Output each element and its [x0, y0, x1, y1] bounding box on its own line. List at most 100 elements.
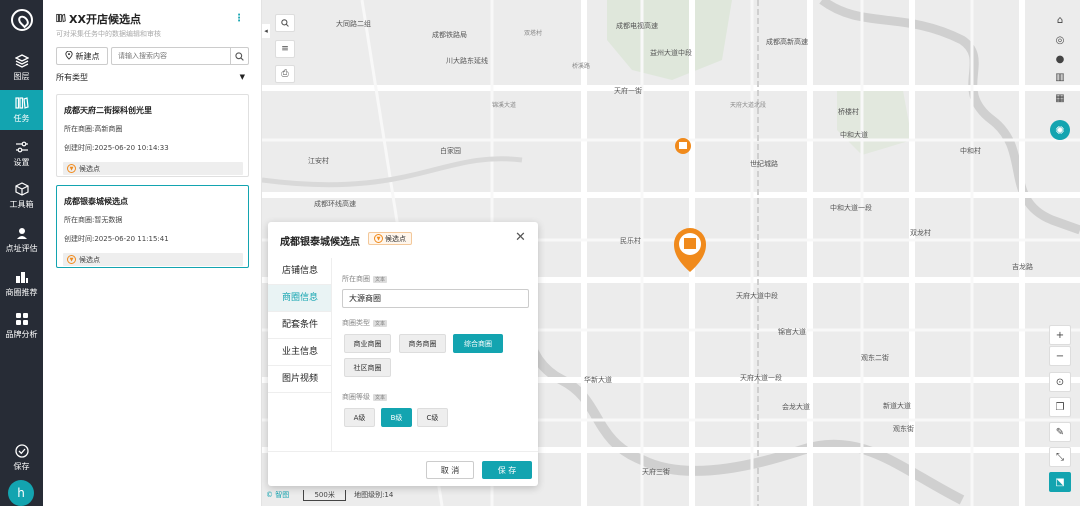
search-icon [281, 19, 289, 27]
map-footer: © 智图 500米 地图级别:14 [266, 490, 393, 501]
area-field-label: 所在商圈 文本 [342, 274, 388, 284]
map-level: 地图级别:14 [354, 491, 394, 499]
type-select-value: 所有类型 [56, 73, 88, 82]
panel-title: XX开店候选点 [56, 11, 141, 27]
map-label: 锦官大道 [778, 328, 806, 336]
tab-facilities[interactable]: 配套条件 [268, 312, 331, 339]
map-label: 桥溪路 [572, 63, 591, 70]
layers-icon [14, 54, 29, 68]
map-label: 桥楼村 [838, 108, 859, 116]
map-label: 天府大道一段 [740, 374, 782, 382]
map-label: 天府一街 [614, 87, 642, 95]
location-user-icon [15, 226, 29, 240]
books-icon [14, 96, 29, 110]
nav-label-tasks: 任务 [13, 114, 30, 123]
map-search-button[interactable] [275, 14, 295, 32]
type-select[interactable]: 所有类型 ▼ [56, 72, 249, 88]
search-input[interactable] [118, 50, 228, 62]
close-icon[interactable]: ✕ [515, 230, 526, 245]
tab-owner-info[interactable]: 业主信息 [268, 339, 331, 366]
nav-item-toolbox[interactable]: 工具箱 [0, 176, 43, 216]
avatar[interactable]: h [8, 480, 34, 506]
type-option-business[interactable]: 商务商圈 [399, 334, 446, 353]
more-vertical-icon[interactable]: ⋮ [234, 13, 244, 24]
map-scale: 500米 [303, 490, 346, 501]
nav-item-district[interactable]: 商圈推荐 [0, 264, 43, 304]
nav-label-site-eval: 点址评估 [5, 244, 38, 253]
map-label: 会龙大道 [782, 403, 810, 411]
building-icon [15, 270, 29, 284]
map-label: 观东二街 [861, 354, 889, 362]
level-option-c[interactable]: C级 [417, 408, 448, 427]
nav-item-site-eval[interactable]: 点址评估 [0, 220, 43, 260]
copy-icon[interactable]: ❐ [1049, 397, 1071, 417]
fan-icon[interactable]: ✺ [1050, 120, 1070, 140]
candidate-badge-icon: ▼ [67, 255, 76, 264]
map-label: 成都高新高速 [766, 38, 808, 46]
clear-icon[interactable]: ⌂ [1049, 10, 1071, 30]
map-label: 吉龙路 [1012, 263, 1033, 271]
map-label: 成都环线高速 [314, 200, 356, 208]
candidate-card[interactable]: 成都银泰城候选点 所在商圈:暂无数据 创建时间:2025-06-20 11:15… [56, 185, 249, 268]
tab-media[interactable]: 图片视频 [268, 366, 331, 393]
measure-icon[interactable]: ⤡ [1049, 447, 1071, 467]
candidate-card[interactable]: 成都天府二街探科创光里 所在商圈:高新商圈 创建时间:2025-06-20 10… [56, 94, 249, 177]
draw-area-icon[interactable]: ⬔ [1049, 472, 1071, 492]
logo-icon [11, 9, 33, 31]
list-icon[interactable]: ≡ [275, 40, 295, 58]
collapse-panel-icon[interactable]: ◂ [262, 24, 270, 38]
cancel-button[interactable]: 取 消 [426, 461, 474, 479]
check-circle-icon [14, 444, 29, 458]
tab-district-info[interactable]: 商圈信息 [268, 285, 331, 312]
pen-icon[interactable]: ✎ [1049, 422, 1071, 442]
level-tag: 文本 [373, 393, 388, 401]
modal-footer: 取 消 保 存 [268, 451, 538, 486]
nav-item-save[interactable]: 保存 [0, 438, 43, 478]
locate-icon[interactable]: ⊙ [1049, 372, 1071, 392]
nav-item-brand[interactable]: 品牌分析 [0, 306, 43, 346]
user-pin-icon[interactable]: ● [1049, 49, 1071, 69]
type-option-mixed[interactable]: 综合商圈 [453, 334, 503, 353]
map-label: 新道大道 [883, 402, 911, 410]
save-button[interactable]: 保 存 [482, 461, 532, 479]
panel-subtitle: 可对采集任务中的数据编辑和审核 [56, 30, 161, 38]
card-created: 创建时间:2025-06-20 10:14:33 [64, 144, 169, 152]
zoom-out-button[interactable]: − [1049, 346, 1071, 366]
type-option-community[interactable]: 社区商圈 [344, 358, 391, 377]
search-icon[interactable] [230, 48, 248, 64]
print-icon[interactable]: ⎙ [275, 65, 295, 83]
zoom-in-button[interactable]: + [1049, 325, 1071, 345]
map-pin-icon [64, 50, 73, 62]
map-label: 民乐村 [620, 237, 641, 245]
map-marker-small [675, 138, 691, 154]
grid-icon [15, 312, 29, 326]
area-input[interactable]: 大源商圈 [342, 289, 529, 308]
candidate-badge-icon: ▼ [67, 164, 76, 173]
map-label: 世纪城路 [750, 160, 778, 168]
app-root: 图层 任务 设置 工具箱 点址评估 商圈推荐 品牌分析 保存 h XX开店候选点… [0, 0, 1080, 506]
card-tag-label: 候选点 [79, 164, 100, 173]
level-label: 商圈等级 [342, 393, 370, 401]
area-label: 所在商圈 [342, 275, 370, 283]
card-title: 成都银泰城候选点 [64, 197, 128, 206]
earth-icon[interactable]: ◎ [1049, 30, 1071, 50]
new-point-button[interactable]: 新建点 [56, 47, 108, 65]
tab-shop-info[interactable]: 店铺信息 [268, 258, 331, 285]
map-label: 成都电视高速 [616, 22, 658, 30]
level-option-b[interactable]: B级 [381, 408, 412, 427]
card-area: 所在商圈:暂无数据 [64, 216, 123, 224]
type-option-commercial[interactable]: 商业商圈 [344, 334, 391, 353]
level-option-a[interactable]: A级 [344, 408, 375, 427]
left-nav: 图层 任务 设置 工具箱 点址评估 商圈推荐 品牌分析 保存 h [0, 0, 43, 506]
chart-icon[interactable]: ▥ [1049, 67, 1071, 87]
map-label: 天府大道北段 [730, 102, 767, 109]
area-type-tag: 文本 [373, 275, 388, 283]
map-label: 观东街 [893, 425, 914, 433]
level-field-label: 商圈等级 文本 [342, 392, 388, 402]
apps-icon[interactable]: ▦ [1049, 88, 1071, 108]
card-area: 所在商圈:高新商圈 [64, 125, 123, 133]
nav-item-tasks[interactable]: 任务 [0, 90, 43, 130]
nav-item-settings[interactable]: 设置 [0, 134, 43, 174]
nav-item-layers[interactable]: 图层 [0, 48, 43, 88]
nav-label-district: 商圈推荐 [5, 288, 38, 297]
